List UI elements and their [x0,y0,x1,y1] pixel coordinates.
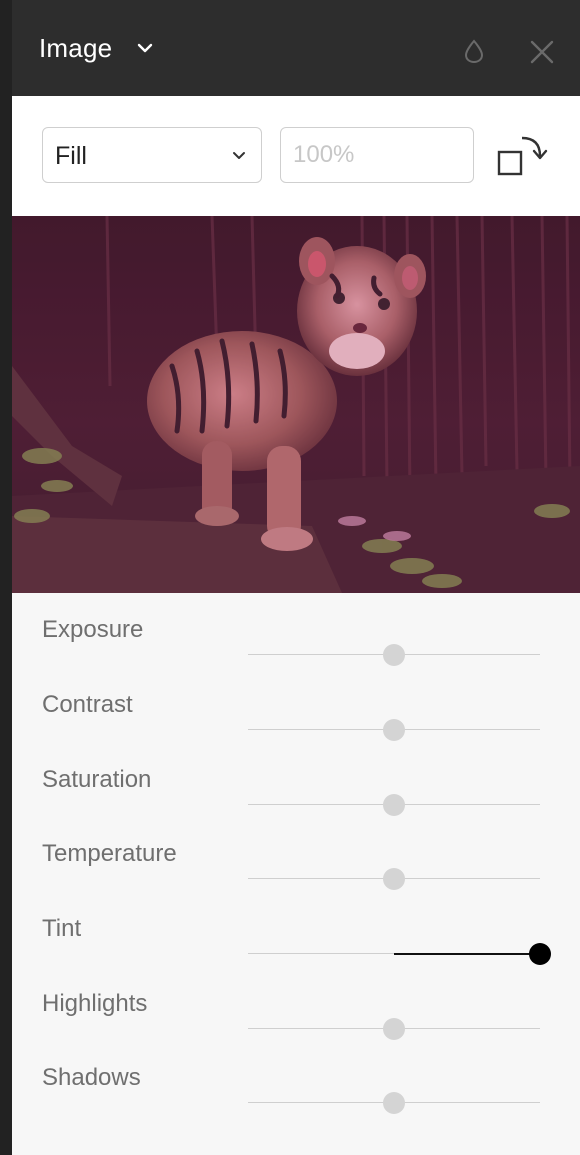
adjustment-row-exposure: Exposure [12,602,580,666]
adjustment-row-saturation: Saturation [12,752,580,816]
image-toolbar: Fill [12,96,580,216]
rotate-icon[interactable] [496,132,552,180]
image-preview[interactable] [12,216,580,593]
shadows-slider-thumb[interactable] [383,1092,405,1114]
adjustment-label: Exposure [42,616,144,643]
adjustment-label: Highlights [42,990,148,1017]
chevron-down-icon [233,152,245,159]
adjustment-label: Temperature [42,840,177,867]
adjustment-label: Shadows [42,1064,141,1091]
droplet-icon[interactable] [462,38,486,64]
adjustment-row-tint: Tint [12,901,580,965]
fill-mode-select[interactable]: Fill [42,127,262,183]
adjustment-row-temperature: Temperature [12,826,580,890]
exposure-slider-thumb[interactable] [383,644,405,666]
tint-slider-thumb[interactable] [529,943,551,965]
adjustment-label: Contrast [42,691,133,718]
adjustment-label: Tint [42,915,82,942]
close-icon[interactable] [529,39,555,65]
adjustment-row-shadows: Shadows [12,1050,580,1114]
chevron-down-icon[interactable] [136,39,154,57]
adjustment-label: Saturation [42,766,152,793]
scale-percent-input[interactable] [280,127,474,183]
image-panel: Image Fill 100% Exposure Contrast Satura… [12,0,580,1155]
saturation-slider-thumb[interactable] [383,794,405,816]
panel-header: Image [12,0,580,96]
panel-title[interactable]: Image [39,33,112,64]
highlights-slider-thumb[interactable] [383,1018,405,1040]
contrast-slider-thumb[interactable] [383,719,405,741]
tint-slider-fill [394,953,540,955]
adjustment-row-highlights: Highlights [12,976,580,1040]
app-frame: Image Fill 100% Exposure Contrast Satura… [0,0,580,1155]
tiger-photo [12,216,580,593]
fill-mode-value: Fill [55,142,87,170]
temperature-slider-thumb[interactable] [383,868,405,890]
adjustment-row-contrast: Contrast [12,677,580,741]
